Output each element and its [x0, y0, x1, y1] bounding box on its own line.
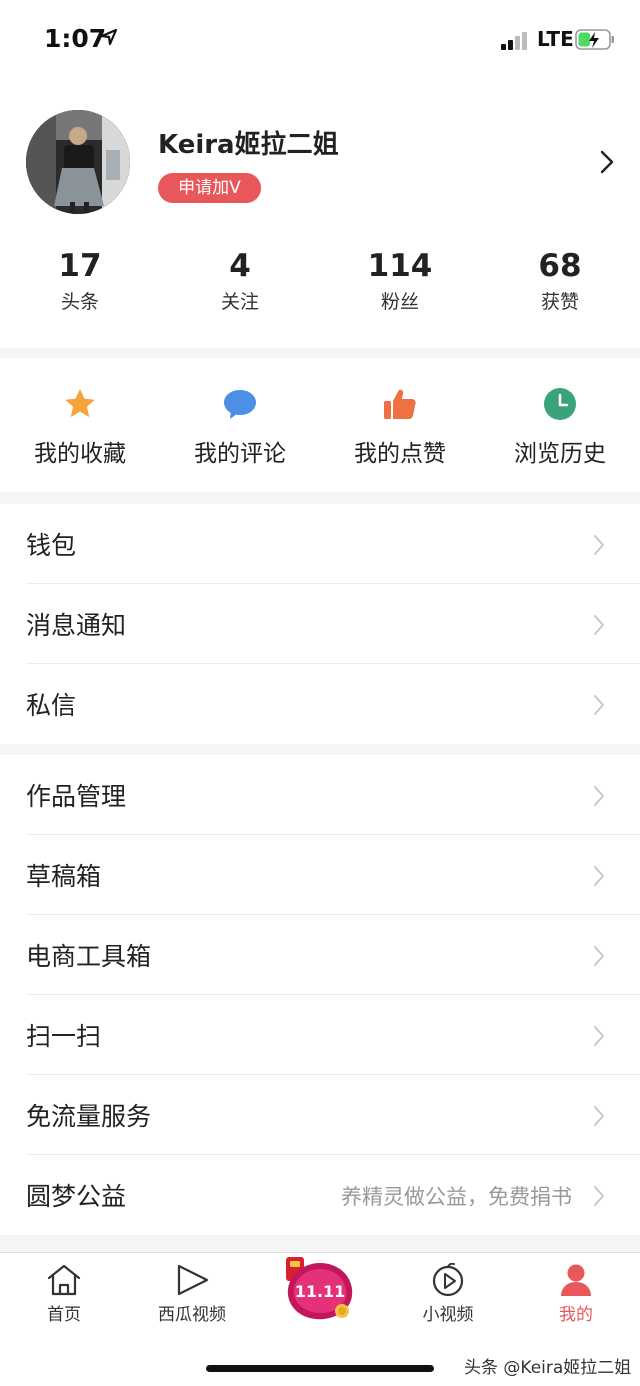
quick-label: 我的评论: [194, 441, 286, 467]
menu-item-works[interactable]: 作品管理: [0, 755, 640, 835]
tab-label: 我的: [559, 1305, 593, 1325]
tab-bar: 首页 西瓜视频 11.11 小视频 我的 头条 @Keira姬拉二姐: [0, 1252, 640, 1386]
menu-item-label: 草稿箱: [26, 862, 102, 891]
tab-home[interactable]: 首页: [0, 1253, 128, 1333]
location-arrow-icon: [100, 28, 118, 46]
quick-actions: 我的收藏 我的评论 我的点赞 浏览历史: [0, 358, 640, 492]
tab-short-video[interactable]: 小视频: [384, 1253, 512, 1333]
battery-charging-icon: [575, 29, 614, 50]
chevron-right-icon: [594, 866, 604, 886]
chevron-right-icon: [594, 615, 604, 635]
menu-item-ecommerce-tools[interactable]: 电商工具箱: [0, 915, 640, 995]
chevron-right-icon: [594, 786, 604, 806]
home-icon: [47, 1264, 81, 1296]
stat-label: 头条: [60, 291, 99, 313]
tab-label: 首页: [47, 1305, 81, 1325]
signal-icon: [501, 30, 531, 50]
verify-badge[interactable]: 申请加V: [158, 173, 261, 203]
profile-card[interactable]: Keira姬拉二姐 申请加V 17 头条 4 关注 114 粉丝 68 获赞: [0, 80, 640, 348]
person-icon: [561, 1264, 591, 1296]
quick-comments[interactable]: 我的评论: [160, 358, 320, 492]
stat-label: 粉丝: [380, 291, 419, 313]
quick-label: 我的点赞: [354, 441, 446, 467]
menu-item-notifications[interactable]: 消息通知: [0, 584, 640, 664]
menu-item-label: 钱包: [26, 531, 77, 560]
short-video-icon: [432, 1263, 464, 1297]
menu-item-drafts[interactable]: 草稿箱: [0, 835, 640, 915]
menu-group-2: 作品管理 草稿箱 电商工具箱 扫一扫 免流量服务 圆梦公益 养精灵做公益，免费捐…: [0, 755, 640, 1235]
stat-label: 获赞: [540, 291, 579, 313]
stat-following[interactable]: 4 关注: [160, 246, 320, 326]
chevron-right-icon: [594, 535, 604, 555]
chevron-right-icon: [594, 1026, 604, 1046]
play-icon: [177, 1264, 209, 1296]
quick-label: 浏览历史: [514, 441, 606, 467]
tab-label: 小视频: [422, 1305, 474, 1325]
menu-item-label: 作品管理: [26, 782, 127, 811]
avatar[interactable]: [26, 110, 130, 214]
stat-value: 114: [367, 248, 433, 284]
comment-icon: [224, 390, 256, 419]
network-type: LTE: [537, 27, 574, 51]
chevron-right-icon: [594, 695, 604, 715]
thumbs-up-icon: [384, 389, 416, 419]
quick-likes[interactable]: 我的点赞: [320, 358, 480, 492]
menu-item-messages[interactable]: 私信: [0, 664, 640, 744]
tab-me[interactable]: 我的: [512, 1253, 640, 1333]
stat-articles[interactable]: 17 头条: [0, 246, 160, 326]
stat-followers[interactable]: 114 粉丝: [320, 246, 480, 326]
quick-favorites[interactable]: 我的收藏: [0, 358, 160, 492]
menu-item-label: 圆梦公益: [26, 1182, 127, 1211]
chevron-right-icon: [594, 1106, 604, 1126]
menu-item-label: 免流量服务: [26, 1102, 152, 1131]
chevron-right-icon: [594, 946, 604, 966]
stat-value: 17: [58, 248, 102, 284]
menu-item-label: 扫一扫: [26, 1022, 102, 1051]
watermark: 头条 @Keira姬拉二姐: [464, 1358, 632, 1378]
chevron-right-icon: [594, 1186, 604, 1206]
status-time: 1:07: [44, 24, 107, 53]
home-indicator[interactable]: [206, 1365, 434, 1372]
quick-history[interactable]: 浏览历史: [480, 358, 640, 492]
menu-item-wallet[interactable]: 钱包: [0, 504, 640, 584]
stat-label: 关注: [220, 291, 259, 313]
promo-1111-icon[interactable]: 11.11: [278, 1253, 362, 1333]
star-icon: [65, 389, 95, 417]
profile-stats: 17 头条 4 关注 114 粉丝 68 获赞: [0, 246, 640, 326]
chevron-right-icon[interactable]: [600, 150, 614, 174]
menu-item-label: 电商工具箱: [26, 942, 152, 971]
menu-item-free-data[interactable]: 免流量服务: [0, 1075, 640, 1155]
stat-likes[interactable]: 68 获赞: [480, 246, 640, 326]
tab-xigua-video[interactable]: 西瓜视频: [128, 1253, 256, 1333]
status-bar: 1:07 LTE: [0, 0, 640, 80]
menu-item-scan[interactable]: 扫一扫: [0, 995, 640, 1075]
clock-icon: [544, 388, 576, 420]
menu-item-label: 消息通知: [26, 611, 127, 640]
menu-item-charity[interactable]: 圆梦公益 养精灵做公益，免费捐书: [0, 1155, 640, 1235]
profile-name: Keira姬拉二姐: [158, 130, 339, 160]
svg-text:11.11: 11.11: [295, 1282, 346, 1301]
stat-value: 68: [538, 248, 582, 284]
menu-item-hint: 养精灵做公益，免费捐书: [341, 1185, 572, 1209]
menu-item-label: 私信: [26, 691, 77, 720]
tab-label: 西瓜视频: [158, 1305, 226, 1325]
stat-value: 4: [229, 248, 251, 284]
menu-group-1: 钱包 消息通知 私信: [0, 504, 640, 744]
quick-label: 我的收藏: [34, 441, 126, 467]
